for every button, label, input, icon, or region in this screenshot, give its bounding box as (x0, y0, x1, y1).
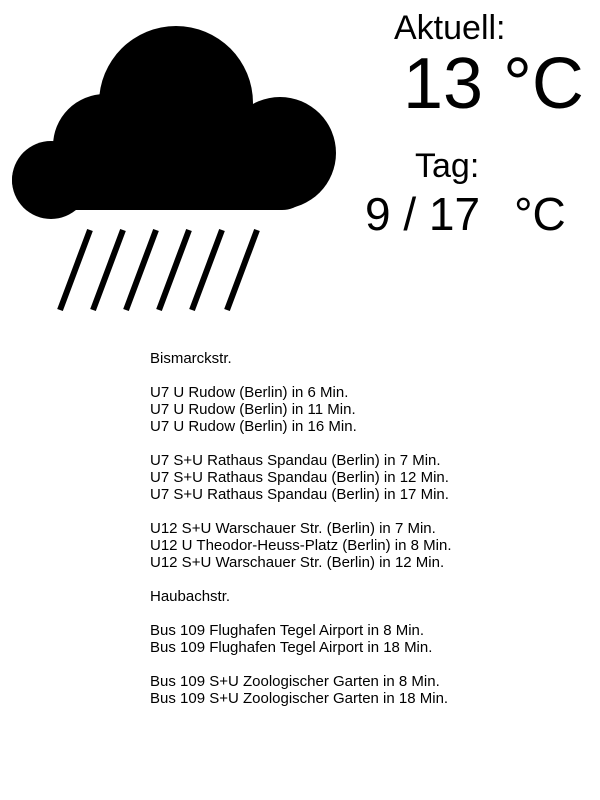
day-temperature-unit: °C (514, 188, 566, 240)
departure-item: U7 U Rudow (Berlin) in 16 Min. (150, 418, 357, 435)
departure-item: Bus 109 S+U Zoologischer Garten in 8 Min… (150, 673, 440, 690)
day-temperature-range: 9 / 17 °C (365, 187, 566, 241)
station-name: Haubachstr. (150, 588, 231, 605)
current-temperature-value: 13 °C (403, 44, 584, 124)
rain-cloud-icon (12, 26, 336, 312)
departure-item: U12 U Theodor-Heuss-Platz (Berlin) in 8 … (150, 537, 452, 554)
departure-group: U7 S+U Rathaus Spandau (Berlin) in 7 Min… (150, 452, 590, 503)
departure-group: U12 S+U Warschauer Str. (Berlin) in 7 Mi… (150, 520, 590, 571)
departure-item: U7 S+U Rathaus Spandau (Berlin) in 7 Min… (150, 452, 441, 469)
departure-item: U12 S+U Warschauer Str. (Berlin) in 7 Mi… (150, 520, 436, 537)
departure-item: U12 S+U Warschauer Str. (Berlin) in 12 M… (150, 554, 445, 571)
station-name: Bismarckstr. (150, 350, 232, 367)
departure-item: Bus 109 S+U Zoologischer Garten in 18 Mi… (150, 690, 449, 707)
departure-item: U7 S+U Rathaus Spandau (Berlin) in 12 Mi… (150, 469, 449, 486)
day-temperature-min-max: 9 / 17 (365, 188, 481, 240)
departure-item: U7 U Rudow (Berlin) in 6 Min. (150, 384, 349, 401)
departure-group: Bus 109 Flughafen Tegel Airport in 8 Min… (150, 622, 590, 656)
day-temperature-label: Tag: (415, 147, 480, 185)
departure-item: U7 U Rudow (Berlin) in 11 Min. (150, 401, 356, 418)
departure-item: U7 S+U Rathaus Spandau (Berlin) in 17 Mi… (150, 486, 449, 503)
departure-item: Bus 109 Flughafen Tegel Airport in 18 Mi… (150, 639, 433, 656)
departure-group: U7 U Rudow (Berlin) in 6 Min. U7 U Rudow … (150, 384, 590, 435)
departure-group: Bus 109 S+U Zoologischer Garten in 8 Min… (150, 673, 590, 707)
departure-item: Bus 109 Flughafen Tegel Airport in 8 Min… (150, 622, 425, 639)
departures-list: Bismarckstr. U7 U Rudow (Berlin) in 6 Min… (150, 350, 590, 707)
